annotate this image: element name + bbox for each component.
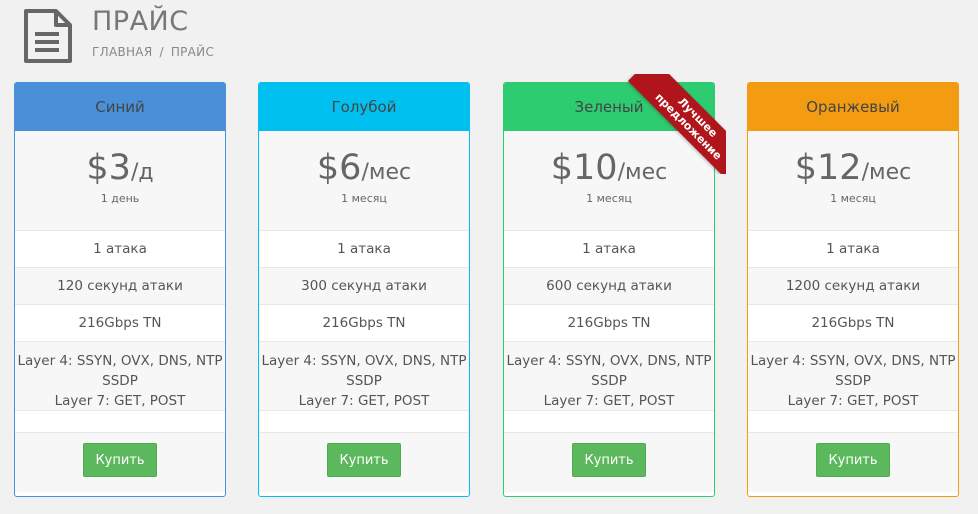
feature-methods: Layer 4: SSYN, OVX, DNS, NTP SSDP Layer … <box>259 342 469 411</box>
page-header: ПРАЙС ГЛАВНАЯ / ПРАЙС <box>0 0 978 74</box>
plan-period: 1 месяц <box>586 192 632 205</box>
pricing-plans: Синий $3/д 1 день 1 атака 120 секунд ата… <box>0 74 978 514</box>
plan-footer: Купить <box>15 433 225 492</box>
plan-card-light-blue: Голубой $6/мес 1 месяц 1 атака 300 секун… <box>258 82 470 497</box>
plan-period: 1 месяц <box>341 192 387 205</box>
plan-price: $12 <box>794 148 862 188</box>
feature-layer4-extra: SSDP <box>102 373 138 389</box>
feature-layer4: Layer 4: SSYN, OVX, DNS, NTP <box>261 353 467 369</box>
feature-duration: 600 секунд атаки <box>504 268 714 305</box>
feature-attacks: 1 атака <box>748 231 958 268</box>
feature-bandwidth: 216Gbps TN <box>15 305 225 342</box>
feature-layer4-extra: SSDP <box>346 373 382 389</box>
breadcrumb-home-link[interactable]: ГЛАВНАЯ <box>92 45 152 59</box>
plan-card-orange: Оранжевый $12/мес 1 месяц 1 атака 1200 с… <box>747 82 959 497</box>
page-title: ПРАЙС <box>92 6 189 37</box>
plan-price-unit: /д <box>130 160 154 185</box>
feature-methods: Layer 4: SSYN, OVX, DNS, NTP SSDP Layer … <box>748 342 958 411</box>
feature-layer4-extra: SSDP <box>835 373 871 389</box>
plan-price: $3 <box>86 148 131 188</box>
plan-price: $10 <box>550 148 618 188</box>
feature-layer7: Layer 7: GET, POST <box>543 393 675 409</box>
feature-spacer <box>15 411 225 433</box>
plan-footer: Купить <box>504 433 714 492</box>
feature-bandwidth: 216Gbps TN <box>748 305 958 342</box>
plan-name: Голубой <box>259 83 469 131</box>
plan-price-unit: /мес <box>361 160 412 185</box>
plan-price-block: $12/мес 1 месяц <box>748 131 958 231</box>
plan-card-blue: Синий $3/д 1 день 1 атака 120 секунд ата… <box>14 82 226 497</box>
feature-spacer <box>259 411 469 433</box>
plan-footer: Купить <box>259 433 469 492</box>
buy-button[interactable]: Купить <box>83 443 157 477</box>
feature-bandwidth: 216Gbps TN <box>259 305 469 342</box>
feature-duration: 1200 секунд атаки <box>748 268 958 305</box>
plan-price-block: $3/д 1 день <box>15 131 225 231</box>
feature-layer4-extra: SSDP <box>591 373 627 389</box>
plan-price: $6 <box>316 148 362 188</box>
feature-bandwidth: 216Gbps TN <box>504 305 714 342</box>
breadcrumb: ГЛАВНАЯ / ПРАЙС <box>92 45 214 59</box>
plan-name: Синий <box>15 83 225 131</box>
plan-card-green: Лучшее предложение Зеленый $10/мес 1 мес… <box>503 74 726 497</box>
buy-button[interactable]: Купить <box>572 443 646 477</box>
feature-methods: Layer 4: SSYN, OVX, DNS, NTP SSDP Layer … <box>504 342 714 411</box>
feature-attacks: 1 атака <box>259 231 469 268</box>
feature-duration: 120 секунд атаки <box>15 268 225 305</box>
feature-attacks: 1 атака <box>15 231 225 268</box>
document-icon <box>24 9 72 63</box>
plan-period: 1 день <box>100 192 140 205</box>
plan-period: 1 месяц <box>830 192 876 205</box>
feature-layer4: Layer 4: SSYN, OVX, DNS, NTP <box>506 353 712 369</box>
plan-name: Оранжевый <box>748 83 958 131</box>
feature-methods: Layer 4: SSYN, OVX, DNS, NTP SSDP Layer … <box>15 342 225 411</box>
plan-price-block: $6/мес 1 месяц <box>259 131 469 231</box>
feature-layer4: Layer 4: SSYN, OVX, DNS, NTP <box>17 353 223 369</box>
feature-layer7: Layer 7: GET, POST <box>787 393 919 409</box>
buy-button[interactable]: Купить <box>816 443 890 477</box>
feature-duration: 300 секунд атаки <box>259 268 469 305</box>
feature-attacks: 1 атака <box>504 231 714 268</box>
breadcrumb-separator: / <box>159 45 164 59</box>
buy-button[interactable]: Купить <box>327 443 401 477</box>
feature-layer4: Layer 4: SSYN, OVX, DNS, NTP <box>750 353 956 369</box>
best-offer-ribbon: Лучшее предложение <box>626 74 726 174</box>
feature-spacer <box>504 411 714 433</box>
feature-layer7: Layer 7: GET, POST <box>54 393 186 409</box>
feature-layer7: Layer 7: GET, POST <box>298 393 430 409</box>
feature-spacer <box>748 411 958 433</box>
plan-footer: Купить <box>748 433 958 492</box>
breadcrumb-current: ПРАЙС <box>170 45 215 59</box>
plan-price-unit: /мес <box>861 160 912 185</box>
